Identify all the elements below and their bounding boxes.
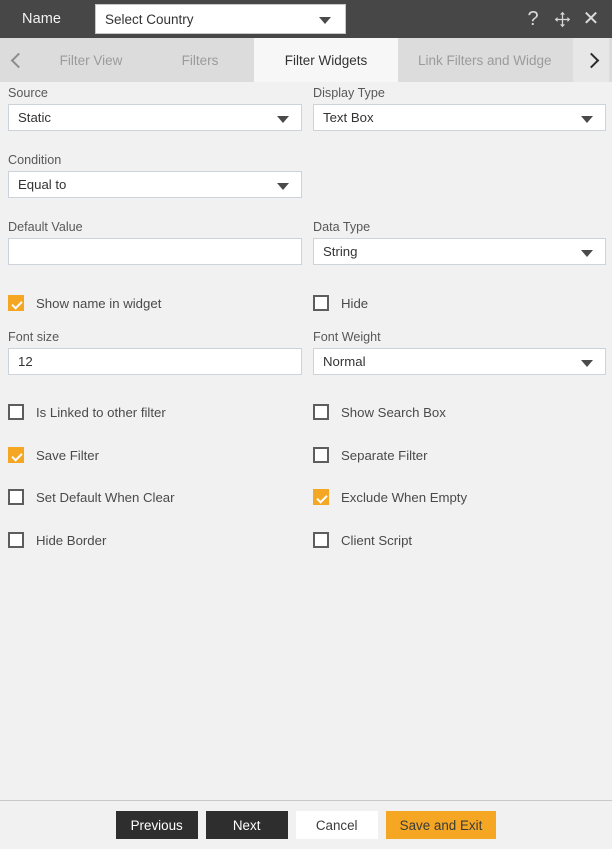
help-question-icon[interactable]: ? [520,4,546,34]
data-type-dropdown[interactable]: String [313,238,606,265]
checkbox-box-checked-icon[interactable] [313,489,329,505]
condition-label: Condition [8,153,302,167]
checkbox-box-icon[interactable] [313,447,329,463]
checkbox-exclude-when-empty[interactable]: Exclude When Empty [313,487,467,507]
font-weight-dropdown[interactable]: Normal [313,348,606,375]
default-value-field: Default Value [8,220,302,265]
display-type-dropdown[interactable]: Text Box [313,104,606,131]
checkbox-hide-border[interactable]: Hide Border [8,530,106,550]
tab-filter-widgets[interactable]: Filter Widgets [254,38,398,82]
cancel-button[interactable]: Cancel [296,811,378,839]
default-value-label: Default Value [8,220,302,234]
checkbox-label: Show Search Box [341,405,446,420]
source-label: Source [8,86,302,100]
font-weight-value: Normal [323,354,366,369]
source-field: Source Static [8,86,302,131]
checkbox-box-checked-icon[interactable] [8,295,24,311]
checkbox-label: Hide Border [36,533,106,548]
chevron-down-icon [277,116,289,123]
filter-widget-dialog: Name Select Country ? [0,0,612,849]
name-select-dropdown[interactable]: Select Country [95,4,346,34]
move-arrows-icon[interactable] [549,4,575,34]
checkbox-label: Is Linked to other filter [36,405,166,420]
checkbox-label: Set Default When Clear [36,490,175,505]
tab-scroll-right-button[interactable] [573,38,609,82]
tab-filter-view[interactable]: Filter View [36,38,146,82]
tab-strip: Filter View Filters Filter Widgets Link … [0,38,612,82]
condition-dropdown[interactable]: Equal to [8,171,302,198]
checkbox-box-checked-icon[interactable] [8,447,24,463]
checkbox-hide[interactable]: Hide [313,293,368,313]
checkbox-box-icon[interactable] [313,295,329,311]
checkbox-box-icon[interactable] [313,404,329,420]
condition-value: Equal to [18,177,66,192]
data-type-field: Data Type String [313,220,606,265]
chevron-right-icon [583,52,599,68]
default-value-input-wrap[interactable] [8,238,302,265]
save-and-exit-button[interactable]: Save and Exit [386,811,497,839]
checkbox-label: Separate Filter [341,448,428,463]
data-type-label: Data Type [313,220,606,234]
name-field-label: Name [22,11,61,27]
font-size-input-wrap[interactable]: 12 [8,348,302,375]
display-type-value: Text Box [323,110,374,125]
font-weight-label: Font Weight [313,330,606,344]
font-size-field: Font size 12 [8,330,302,375]
close-x-icon[interactable]: ✕ [578,4,604,34]
checkbox-box-icon[interactable] [8,489,24,505]
tab-filters[interactable]: Filters [146,38,254,82]
checkbox-label: Client Script [341,533,412,548]
source-value: Static [18,110,51,125]
dialog-footer: Previous Next Cancel Save and Exit [0,800,612,849]
checkbox-client-script[interactable]: Client Script [313,530,412,550]
checkbox-show-search-box[interactable]: Show Search Box [313,402,446,422]
checkbox-label: Save Filter [36,448,99,463]
font-weight-field: Font Weight Normal [313,330,606,375]
previous-button[interactable]: Previous [116,811,198,839]
display-type-field: Display Type Text Box [313,86,606,131]
checkbox-is-linked-to-other-filter[interactable]: Is Linked to other filter [8,402,166,422]
checkbox-box-icon[interactable] [313,532,329,548]
chevron-down-icon [581,116,593,123]
checkbox-show-name-in-widget[interactable]: Show name in widget [8,293,161,313]
chevron-down-icon [581,250,593,257]
checkbox-label: Show name in widget [36,296,161,311]
dialog-title-bar: Name Select Country ? [0,0,612,38]
name-select-value: Select Country [105,12,194,27]
tab-scroll-left-button[interactable] [0,38,36,82]
chevron-down-icon [319,17,331,24]
data-type-value: String [323,244,357,259]
font-size-input[interactable]: 12 [18,354,33,369]
chevron-left-icon [10,52,26,68]
chevron-down-icon [277,183,289,190]
checkbox-label: Hide [341,296,368,311]
display-type-label: Display Type [313,86,606,100]
title-bar-icons: ? ✕ [520,0,604,38]
checkbox-box-icon[interactable] [8,532,24,548]
next-button[interactable]: Next [206,811,288,839]
condition-field: Condition Equal to [8,153,302,198]
source-dropdown[interactable]: Static [8,104,302,131]
font-size-label: Font size [8,330,302,344]
checkbox-separate-filter[interactable]: Separate Filter [313,445,428,465]
checkbox-box-icon[interactable] [8,404,24,420]
checkbox-save-filter[interactable]: Save Filter [8,445,99,465]
checkbox-set-default-when-clear[interactable]: Set Default When Clear [8,487,175,507]
checkbox-label: Exclude When Empty [341,490,467,505]
form-body: Source Static Display Type Text Box Cond… [0,82,612,849]
tab-link-filters-and-widgets[interactable]: Link Filters and Widge [398,38,573,82]
chevron-down-icon [581,360,593,367]
